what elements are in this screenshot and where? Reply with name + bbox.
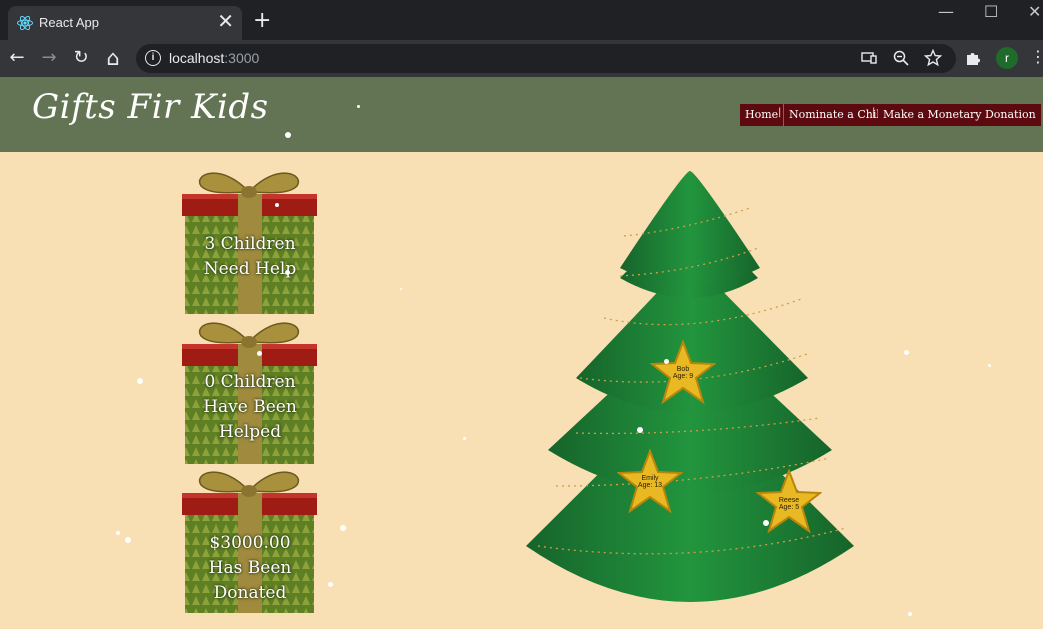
nav-separator: | [872, 107, 876, 118]
snowflake [137, 378, 143, 384]
close-window-icon[interactable]: ✕ [1028, 2, 1041, 21]
home-icon[interactable]: ⌂ [102, 47, 124, 69]
snowflake [988, 364, 991, 367]
address-bar[interactable]: i localhost:3000 [136, 44, 956, 73]
close-tab-icon[interactable]: ✕ [217, 11, 234, 31]
snowflake [285, 270, 290, 275]
bookmark-star-icon[interactable] [924, 49, 942, 67]
cast-device-icon[interactable] [860, 49, 878, 67]
reload-icon[interactable]: ↻ [70, 47, 92, 69]
extensions-puzzle-icon[interactable] [964, 49, 982, 67]
browser-menu-icon[interactable]: ⋮ [1030, 48, 1043, 66]
snowflake [285, 132, 291, 138]
browser-tab[interactable]: React App ✕ [8, 6, 242, 40]
minimize-window-icon[interactable]: — [938, 2, 954, 21]
child-age: Age: 5 [778, 504, 800, 511]
site-info-icon[interactable]: i [145, 50, 161, 66]
snowflake [125, 537, 131, 543]
browser-tab-bar: React App ✕ + — ☐ ✕ [0, 0, 1043, 40]
stat-text: 0 Children Have Been Helped [203, 372, 297, 442]
snowflake [904, 350, 909, 355]
snowflake [637, 427, 643, 433]
back-arrow-icon[interactable]: ← [6, 47, 28, 69]
nav-nominate-link[interactable]: Nominate a Child [784, 104, 892, 126]
url-text: localhost:3000 [169, 50, 259, 66]
snowflake [908, 612, 912, 616]
snowflake [357, 105, 360, 108]
site-title[interactable]: Gifts Fir Kids [32, 87, 269, 127]
snowflake [763, 520, 769, 526]
snowflake [328, 582, 333, 587]
react-logo-icon [17, 15, 33, 31]
child-star-emily[interactable]: Emily Age: 13 [617, 449, 683, 515]
url-host: localhost [169, 50, 225, 66]
maximize-window-icon[interactable]: ☐ [984, 2, 998, 21]
snowflake [116, 531, 120, 535]
zoom-icon[interactable] [892, 49, 910, 67]
new-tab-button[interactable]: + [253, 8, 271, 33]
snowflake [400, 288, 402, 290]
child-age: Age: 13 [637, 482, 663, 489]
nav-separator: | [778, 107, 782, 118]
stat-text: $3000.00 Has Been Donated [208, 533, 292, 603]
snowflake [340, 525, 346, 531]
forward-arrow-icon[interactable]: → [38, 47, 60, 69]
tab-title: React App [39, 15, 99, 30]
browser-toolbar: ← → ↻ ⌂ i localhost:3000 r ⋮ [0, 40, 1043, 77]
site-header: Gifts Fir Kids Home | Nominate a Child |… [0, 77, 1043, 152]
snowflake [463, 437, 466, 440]
snowflake [275, 203, 279, 207]
snowflake [257, 351, 262, 356]
child-star-bob[interactable]: Bob Age: 9 [650, 340, 716, 406]
nav-donate-link[interactable]: Make a Monetary Donation [878, 104, 1041, 126]
url-port: :3000 [224, 50, 260, 66]
gift-stat-amount-donated: $3000.00 Has Been Donated [181, 463, 318, 613]
gift-stat-children-helped: 0 Children Have Been Helped [181, 314, 318, 464]
gift-stat-children-in-need: 3 Children Need Help [181, 164, 318, 314]
nav-home-link[interactable]: Home [740, 104, 784, 126]
profile-avatar[interactable]: r [996, 47, 1018, 69]
main-content: 3 Children Need Help 0 Children Have Bee… [0, 152, 1043, 629]
child-age: Age: 9 [672, 373, 694, 380]
snowflake [664, 359, 669, 364]
